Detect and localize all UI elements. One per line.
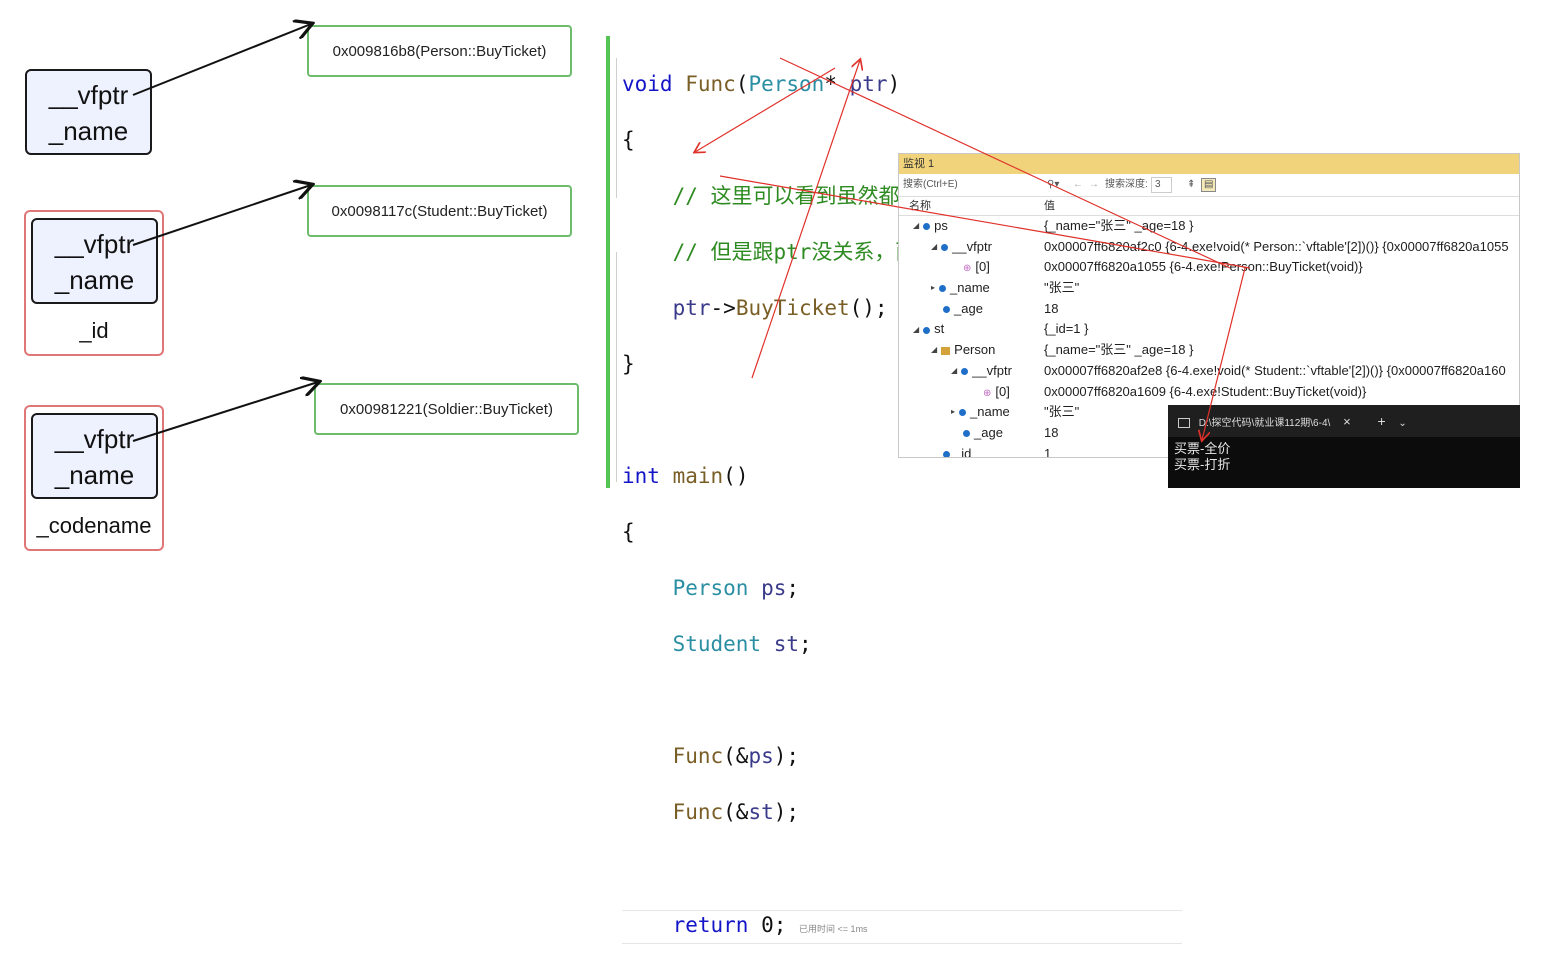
code-line-call-ps: Func(&ps);	[672, 744, 800, 768]
red-line-call-to-watch	[719, 175, 1251, 269]
red-line-ptr-to-call	[779, 57, 1231, 269]
red-arrow-watch-to-terminal	[1202, 267, 1246, 440]
code-line-decl-student: Student st;	[672, 632, 812, 656]
red-arrow-ptr-to-comment	[695, 67, 836, 152]
code-line-call-st: Func(&st);	[672, 800, 800, 824]
code-line-return: return 0; 已用时间 <= 1ms	[622, 910, 1182, 944]
elapsed-hint: 已用时间 <= 1ms	[799, 924, 868, 934]
annotation-lines	[0, 0, 1251, 566]
code-line-decl-person: Person ps;	[672, 576, 800, 600]
